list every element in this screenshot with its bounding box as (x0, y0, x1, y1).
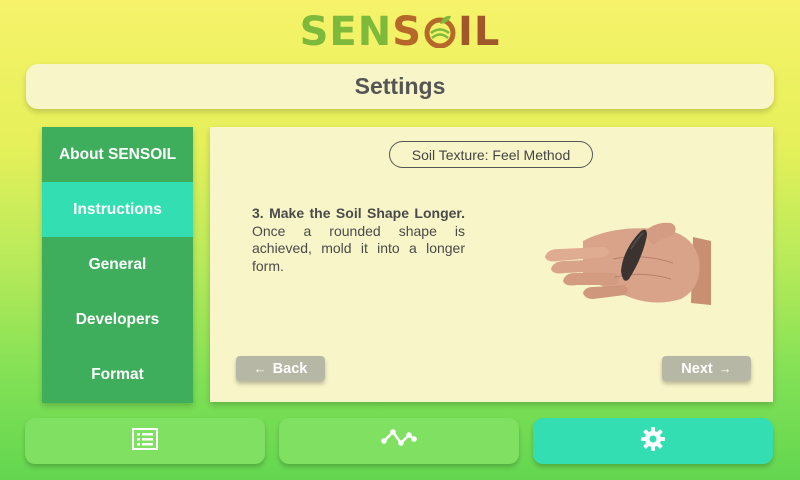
gear-icon (640, 426, 666, 457)
logo-part-il: IL (458, 9, 501, 55)
sidebar-item-about[interactable]: About SENSOIL (42, 127, 193, 182)
list-icon (131, 427, 159, 456)
instructions-panel: Soil Texture: Feel Method 3. Make the So… (210, 127, 773, 402)
nav-graph-button[interactable] (279, 418, 519, 464)
sidebar-item-developers[interactable]: Developers (42, 292, 193, 347)
graph-icon (381, 427, 417, 456)
step-instruction: 3. Make the Soil Shape Longer. Once a ro… (252, 205, 465, 275)
back-button[interactable]: ← Back (236, 356, 325, 381)
arrow-right-icon: → (718, 361, 732, 376)
logo-part-s: S (392, 9, 423, 55)
logo-text: SENS IL (300, 6, 501, 58)
settings-sidebar: About SENSOIL Instructions General Devel… (42, 127, 193, 403)
sidebar-item-general[interactable]: General (42, 237, 193, 292)
section-title-pill: Soil Texture: Feel Method (389, 141, 593, 168)
nav-list-button[interactable] (25, 418, 265, 464)
logo-part-sen: SEN (299, 9, 393, 55)
page-header: Settings (26, 64, 774, 109)
back-button-label: Back (272, 360, 308, 377)
logo-field-icon (423, 9, 457, 49)
nav-settings-button[interactable] (533, 418, 773, 464)
step-body: Once a rounded shape is achieved, mold i… (252, 222, 465, 274)
sidebar-item-format[interactable]: Format (42, 347, 193, 402)
hand-soil-image (543, 219, 711, 305)
arrow-left-icon: ← (253, 361, 267, 376)
sidebar-item-instructions[interactable]: Instructions (42, 182, 193, 237)
step-heading: 3. Make the Soil Shape Longer. (252, 205, 465, 221)
next-button[interactable]: Next → (662, 356, 751, 381)
app-logo: SENS IL (0, 6, 800, 58)
next-button-label: Next (681, 360, 713, 377)
page-title: Settings (354, 73, 446, 99)
